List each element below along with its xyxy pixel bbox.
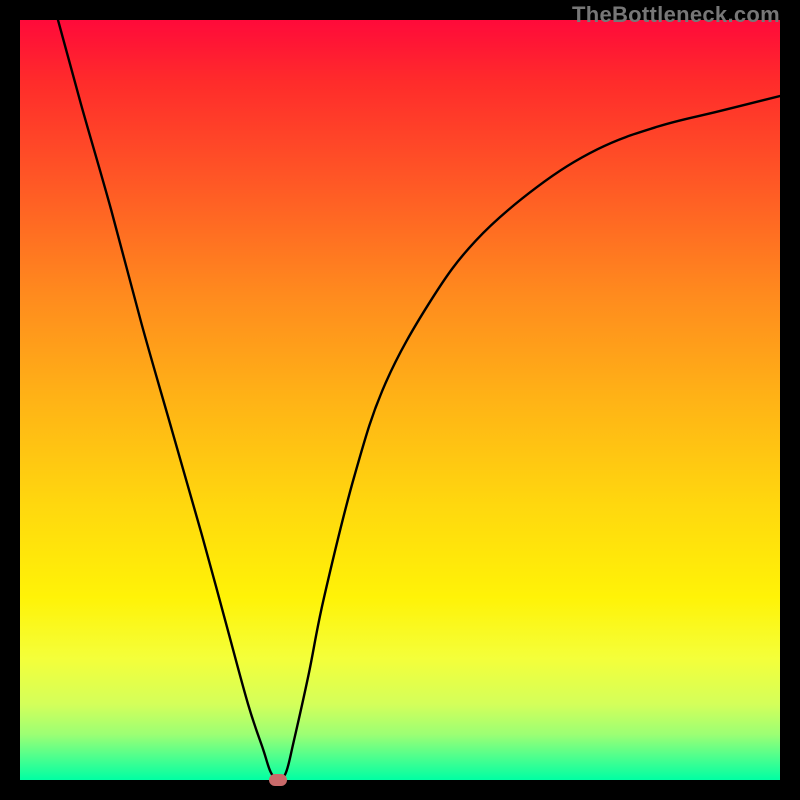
plot-area — [20, 20, 780, 780]
curve-path — [58, 20, 780, 780]
bottleneck-curve — [20, 20, 780, 780]
chart-frame: TheBottleneck.com — [0, 0, 800, 800]
watermark-text: TheBottleneck.com — [572, 2, 780, 28]
minimum-marker — [269, 774, 287, 786]
